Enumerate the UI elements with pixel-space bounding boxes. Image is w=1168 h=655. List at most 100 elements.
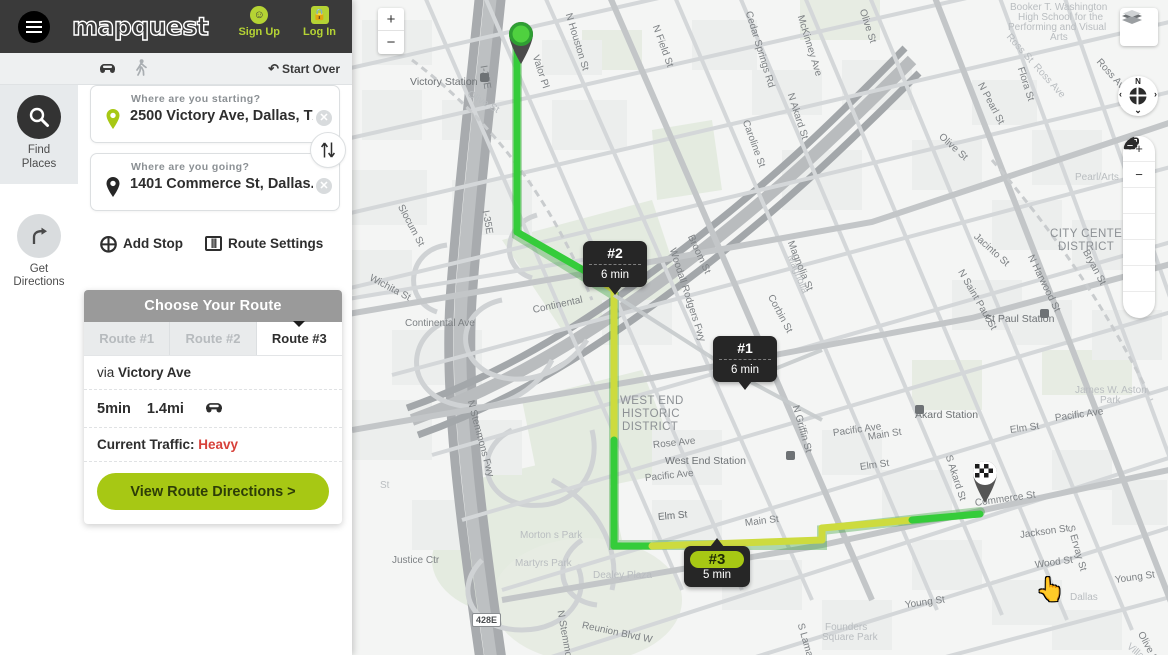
destination-field-card[interactable]: Where are you going? ✕ [90,153,340,211]
route-label-divider [589,264,641,265]
pedestrian-icon [135,59,147,76]
route-vehicle-icon [204,399,224,418]
sign-up-button[interactable]: ☺ Sign Up [238,6,280,38]
mapquest-app: Victory StationValor PlN Houston StN Fie… [0,0,1168,655]
locate-me-button[interactable] [1123,188,1155,214]
pan-left-arrow-icon[interactable]: ‹ [1119,89,1122,99]
route-label-duration: 6 min [713,363,777,377]
route-settings-button[interactable]: ||| Route Settings [205,236,323,251]
add-stop-button[interactable]: ⨁ Add Stop [100,235,183,252]
traffic-label: Current Traffic: [97,437,195,452]
log-in-button[interactable]: 🔒 Log In [303,6,336,38]
route-stats-line: 5min 1.4mi [84,390,342,428]
mapquest-logo[interactable]: mapquest [72,12,208,41]
map-basemap [352,0,1168,655]
walk-mode-icon[interactable] [135,59,147,79]
transit-station-icon [786,451,795,460]
log-in-label: Log In [303,26,336,38]
hamburger-menu-icon[interactable] [18,11,50,43]
destination-field-label: Where are you going? [131,161,249,173]
user-circle-icon: ☺ [250,6,268,24]
globe-view-button[interactable] [1123,214,1155,240]
sidebar-item-get-directions-line1: Get [0,263,78,277]
view-route-directions-button[interactable]: View Route Directions > [97,473,329,510]
route-label-duration: 5 min [684,568,750,582]
reset-arrow-icon: ↶ [268,61,279,77]
search-glass-icon [28,106,50,128]
swap-endpoints-button[interactable] [310,132,346,168]
turn-arrow-icon [17,214,61,258]
view-directions-wrap: View Route Directions > [84,462,342,524]
sidebar-item-find-places-line2: Places [0,158,78,172]
transit-station-icon [480,73,489,82]
tab-route-1[interactable]: Route #1 [84,322,170,355]
travel-mode-row: ↶ Start Over [0,53,352,85]
route-label-number: #1 [713,340,777,357]
route-label-divider [719,359,771,360]
route-via-prefix: via [97,365,118,380]
zoom-in-button-topleft[interactable]: + [378,8,404,31]
share-button[interactable] [1123,266,1155,292]
choose-route-card: Choose Your Route Route #1 Route #2 Rout… [84,290,342,524]
left-sidebar-panel: mapquest ☺ Sign Up 🔒 Log In [0,0,352,655]
car-icon [204,399,224,413]
pan-down-arrow-icon[interactable]: ⌄ [1118,105,1158,116]
map-layers-button[interactable] [1120,8,1158,46]
route-label-number: #3 [690,551,744,568]
printer-icon [1123,136,1137,149]
map-zoom-controls-topleft[interactable]: + − [378,8,404,54]
route-label-number: #2 [583,245,647,262]
origin-field-card[interactable]: Where are you starting? ✕ [90,85,340,143]
travel-mode-icons [98,59,147,79]
app-topbar: mapquest ☺ Sign Up 🔒 Log In [0,0,352,53]
map-canvas[interactable]: Victory StationValor PlN Houston StN Fie… [352,0,1168,655]
route-tabs[interactable]: Route #1 Route #2 Route #3 [84,322,342,356]
sign-up-label: Sign Up [238,26,280,38]
globe-crosshair-icon [1130,88,1147,105]
route-traffic-line: Current Traffic: Heavy [84,428,342,462]
lock-icon: 🔒 [311,6,329,24]
route-distance: 1.4mi [147,401,184,417]
traffic-value: Heavy [198,437,238,452]
map-control-stack[interactable]: + − [1123,136,1155,318]
zoom-out-button[interactable]: − [1123,162,1155,188]
route-label-2[interactable]: #26 min [583,241,647,287]
origin-clear-button[interactable]: ✕ [316,110,332,126]
map-compass-control[interactable]: N ‹ › ⌄ [1118,76,1158,116]
route-label-1[interactable]: #1 6 min [713,336,777,382]
destination-checkered-flag-pin[interactable] [968,457,1002,505]
zoom-out-button-topleft[interactable]: − [378,31,404,54]
sidebar-item-get-directions[interactable]: Get Directions [0,204,78,303]
route-label-3[interactable]: #35 min [684,546,750,587]
traffic-button[interactable] [1123,240,1155,266]
origin-marker-pin[interactable] [504,18,538,66]
start-over-button[interactable]: ↶ Start Over [268,61,340,77]
destination-input[interactable] [130,176,313,192]
magnifier-icon [17,95,61,139]
sidebar-nav-rail: Find Places Get Directions [0,85,78,302]
choose-route-header: Choose Your Route [84,290,342,322]
plus-circle-icon: ⨁ [100,235,117,252]
add-stop-label: Add Stop [123,236,183,251]
sidebar-item-find-places-line1: Find [0,144,78,158]
route-settings-label: Route Settings [228,236,323,251]
tab-route-3[interactable]: Route #3 [257,322,342,355]
tab-route-2[interactable]: Route #2 [170,322,256,355]
dark-map-pin-icon [105,176,121,198]
transit-station-icon [915,405,924,414]
green-map-pin-icon [105,108,121,130]
directions-form: Where are you starting? ✕ Where are [78,85,352,252]
car-mode-icon[interactable] [98,60,117,77]
layers-stack-icon [1120,8,1144,28]
origin-input[interactable] [130,108,313,124]
swap-up-down-arrows-icon [320,141,336,159]
sidebar-item-find-places[interactable]: Find Places [0,85,78,184]
sidebar-item-get-directions-line2: Directions [0,276,78,290]
pan-right-arrow-icon[interactable]: › [1154,89,1157,99]
start-over-label: Start Over [282,62,340,76]
route-via-line: via Victory Ave [84,356,342,390]
destination-clear-button[interactable]: ✕ [316,178,332,194]
highway-shield: 428E [472,613,501,627]
directions-arrow-icon [28,225,50,247]
transit-station-icon [1040,309,1049,318]
